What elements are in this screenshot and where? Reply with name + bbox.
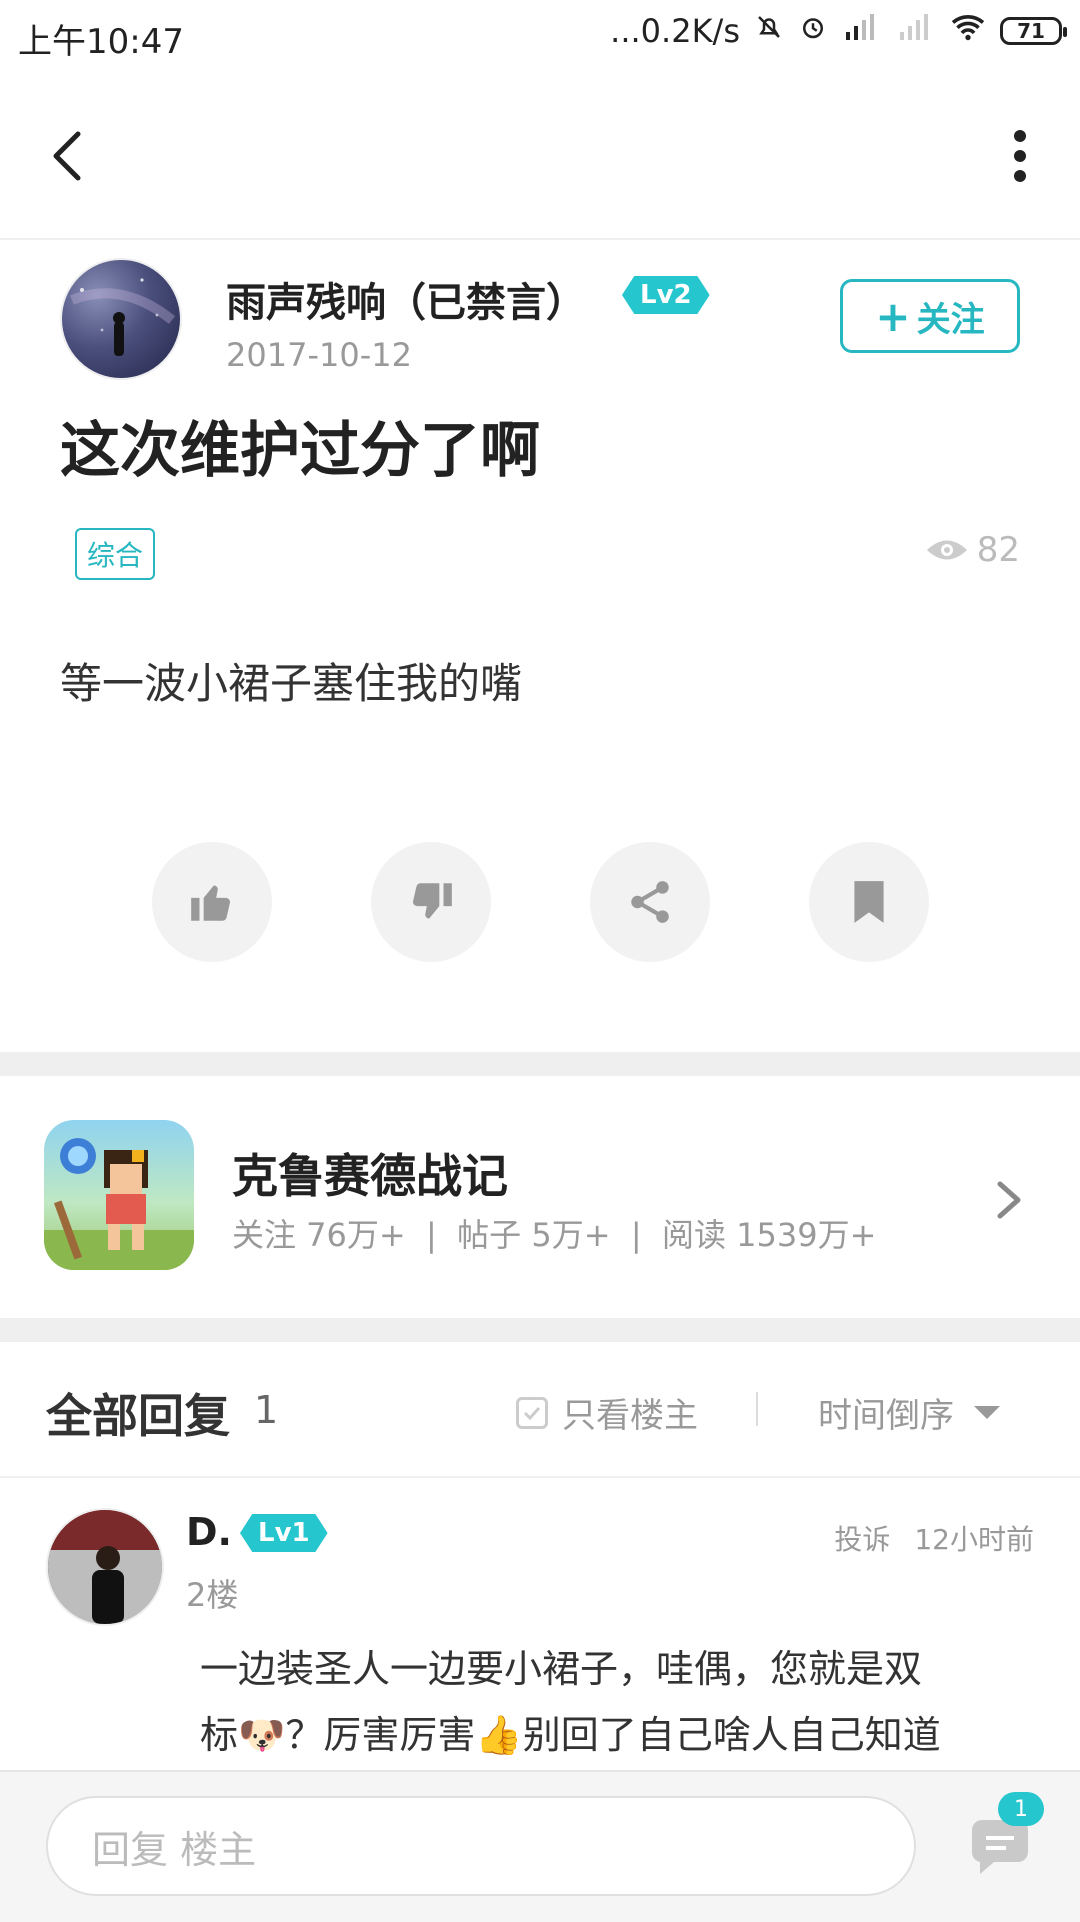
more-vertical-icon <box>1014 130 1026 182</box>
chevron-right-icon <box>997 1181 1021 1219</box>
share-icon <box>631 881 669 923</box>
reply-meta: 投诉 12小时前 <box>834 1518 1034 1558</box>
replies-title: 全部回复 <box>46 1389 230 1443</box>
dog-emoji-icon: 🐶 <box>238 1713 286 1757</box>
like-button[interactable] <box>152 842 272 962</box>
game-card-arrow[interactable] <box>990 1170 1030 1230</box>
reply-text[interactable]: 一边装圣人一边要小裙子，哇偶，您就是双 标🐶？厉害厉害👍别回了自己啥人自己知道 <box>200 1636 1030 1768</box>
view-count-value: 82 <box>976 530 1020 570</box>
game-stats: 关注 76万+ | 帖子 5万+ | 阅读 1539万+ <box>232 1216 877 1254</box>
thumbs-up-emoji-icon: 👍 <box>475 1713 523 1757</box>
author-avatar[interactable] <box>60 258 182 380</box>
dislike-button[interactable] <box>371 842 491 962</box>
author-name[interactable]: 雨声残响（已禁言） <box>226 270 586 328</box>
reply-text-line: 一边装圣人一边要小裙子，哇偶，您就是双 <box>200 1647 923 1691</box>
top-nav-bar <box>0 80 1080 240</box>
follow-label: 关注 <box>916 299 985 340</box>
filter-divider <box>756 1392 758 1426</box>
game-name[interactable]: 克鲁赛德战记 <box>232 1140 508 1206</box>
reply-avatar-image <box>48 1510 162 1624</box>
follow-button[interactable]: + 关注 <box>840 279 1020 353</box>
post-body: 等一波小裙子塞住我的嘴 <box>60 659 523 708</box>
reply-username[interactable]: D. <box>186 1510 232 1554</box>
view-count: 82 <box>925 530 1020 570</box>
thumbs-down-icon <box>412 883 452 919</box>
status-bar: 上午10:47 ...0.2K/s 71 <box>0 0 1080 76</box>
reply-text-segment: 标 <box>200 1713 239 1757</box>
sort-dropdown[interactable]: 时间倒序 <box>818 1388 1000 1437</box>
share-button[interactable] <box>590 842 710 962</box>
reply-text-segment: ？厉害厉害 <box>285 1713 476 1757</box>
author-level-badge: Lv2 <box>622 276 710 314</box>
category-tag[interactable]: 综合 <box>75 528 156 580</box>
eye-icon <box>926 540 967 560</box>
signal-icon <box>896 12 936 50</box>
game-icon[interactable] <box>44 1120 194 1270</box>
thumbs-up-icon <box>191 885 231 921</box>
status-icons: ...0.2K/s 71 <box>610 12 1067 50</box>
reply-level-badge: Lv1 <box>240 1514 328 1552</box>
alarm-icon <box>798 12 828 50</box>
network-speed: ...0.2K/s <box>610 12 740 50</box>
only-op-toggle[interactable]: 只看楼主 <box>516 1388 698 1437</box>
reply-text-segment: 别回了自己啥人自己知道 <box>522 1713 941 1757</box>
chevron-left-icon <box>53 131 81 181</box>
battery-icon: 71 <box>1000 17 1067 45</box>
replies-count: 1 <box>254 1388 279 1432</box>
report-link[interactable]: 投诉 <box>834 1518 890 1558</box>
only-op-label: 只看楼主 <box>562 1396 698 1436</box>
wifi-icon <box>950 12 986 50</box>
checkbox-icon[interactable] <box>516 1396 548 1429</box>
comment-count-badge: 1 <box>998 1792 1044 1826</box>
post-date: 2017-10-12 <box>226 336 412 374</box>
back-button[interactable] <box>40 126 100 186</box>
avatar-image <box>70 278 176 356</box>
post-title: 这次维护过分了啊 <box>60 416 540 486</box>
plus-icon: + <box>875 291 911 341</box>
reply-avatar[interactable] <box>46 1508 164 1626</box>
more-options-button[interactable] <box>1000 126 1040 186</box>
game-icon-art <box>44 1138 194 1270</box>
section-divider <box>0 1318 1080 1342</box>
caret-down-icon <box>974 1406 1000 1419</box>
bookmark-button[interactable] <box>809 842 929 962</box>
status-time: 上午10:47 <box>18 22 184 62</box>
section-divider <box>0 1052 1080 1076</box>
mute-bell-icon <box>754 12 784 50</box>
reply-input[interactable]: 回复 楼主 <box>46 1796 916 1896</box>
bookmark-icon <box>854 881 884 923</box>
signal-hd-icon <box>842 12 882 50</box>
reply-text-line: 标🐶？厉害厉害👍别回了自己啥人自己知道 <box>200 1702 1030 1768</box>
reply-time: 12小时前 <box>914 1523 1034 1556</box>
reply-floor: 2楼 <box>186 1576 239 1614</box>
sort-label: 时间倒序 <box>818 1396 954 1436</box>
post-actions <box>152 842 929 962</box>
